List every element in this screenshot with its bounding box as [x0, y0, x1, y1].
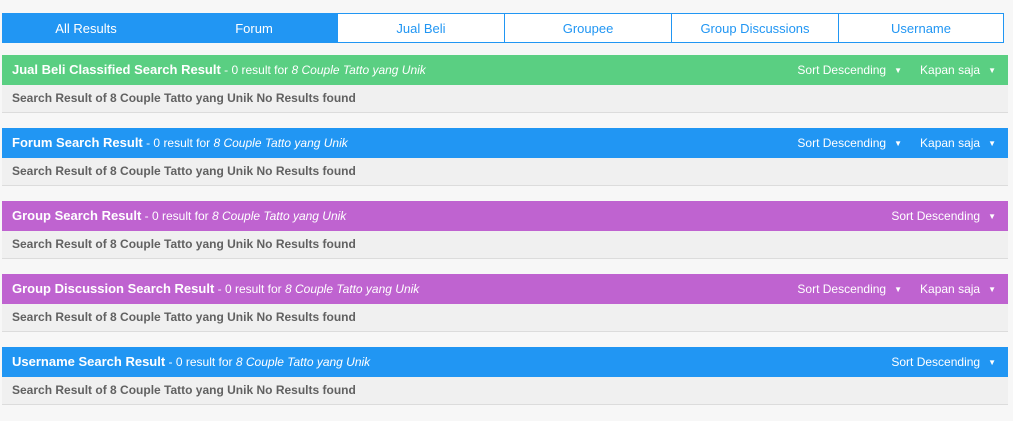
section-body: Search Result of 8 Couple Tatto yang Uni…: [2, 85, 1008, 113]
section-title: Jual Beli Classified Search Result - 0 r…: [12, 55, 426, 85]
section-controls: Sort Descending ▼ Kapan saja ▼: [779, 55, 996, 86]
section-body: Search Result of 8 Couple Tatto yang Uni…: [2, 158, 1008, 186]
section-title: Username Search Result - 0 result for 8 …: [12, 347, 370, 377]
tab-username[interactable]: Username: [838, 13, 1004, 43]
search-query: 8 Couple Tatto yang Unik: [213, 136, 348, 150]
section-name: Group Search Result: [12, 208, 142, 223]
section-title: Group Search Result - 0 result for 8 Cou…: [12, 201, 346, 231]
section-title: Group Discussion Search Result - 0 resul…: [12, 274, 419, 304]
result-count: - 0 result for: [220, 63, 292, 77]
sort-label: Sort Descending: [797, 136, 887, 150]
forum-section: Forum Search Result - 0 result for 8 Cou…: [2, 128, 1008, 186]
time-dropdown[interactable]: Kapan saja ▼: [920, 55, 996, 86]
result-count: - 0 result for: [141, 209, 212, 223]
section-body: Search Result of 8 Couple Tatto yang Uni…: [2, 304, 1008, 332]
search-query: 8 Couple Tatto yang Unik: [291, 63, 426, 77]
sort-dropdown[interactable]: Sort Descending ▼: [797, 274, 902, 305]
section-controls: Sort Descending ▼: [873, 201, 996, 232]
section-header: Group Search Result - 0 result for 8 Cou…: [2, 201, 1008, 231]
caret-down-icon: ▼: [988, 284, 996, 294]
caret-down-icon: ▼: [988, 65, 996, 75]
result-count: - 0 result for: [214, 282, 285, 296]
tab-jual-beli[interactable]: Jual Beli: [337, 13, 505, 43]
sort-label: Sort Descending: [891, 209, 981, 223]
section-header: Jual Beli Classified Search Result - 0 r…: [2, 55, 1008, 85]
section-title: Forum Search Result - 0 result for 8 Cou…: [12, 128, 348, 158]
section-controls: Sort Descending ▼: [873, 347, 996, 378]
search-tabs: All Results Forum Jual Beli Groupee Grou…: [2, 13, 1006, 43]
caret-down-icon: ▼: [988, 211, 996, 221]
section-body: Search Result of 8 Couple Tatto yang Uni…: [2, 377, 1008, 405]
search-query: 8 Couple Tatto yang Unik: [235, 355, 371, 369]
section-name: Username Search Result: [12, 354, 166, 369]
jual-beli-section: Jual Beli Classified Search Result - 0 r…: [2, 55, 1008, 113]
caret-down-icon: ▼: [894, 284, 903, 294]
time-dropdown[interactable]: Kapan saja ▼: [920, 274, 996, 305]
caret-down-icon: ▼: [988, 357, 996, 367]
tab-groupee[interactable]: Groupee: [504, 13, 672, 43]
sort-label: Sort Descending: [797, 63, 887, 77]
section-name: Group Discussion Search Result: [12, 281, 215, 296]
sort-dropdown[interactable]: Sort Descending ▼: [891, 347, 996, 378]
time-label: Kapan saja: [920, 282, 981, 296]
group-section: Group Search Result - 0 result for 8 Cou…: [2, 201, 1008, 259]
sort-dropdown[interactable]: Sort Descending ▼: [797, 55, 902, 86]
section-name: Forum Search Result: [12, 135, 143, 150]
sort-label: Sort Descending: [797, 282, 887, 296]
section-header: Username Search Result - 0 result for 8 …: [2, 347, 1008, 377]
section-body: Search Result of 8 Couple Tatto yang Uni…: [2, 231, 1008, 259]
result-count: - 0 result for: [142, 136, 214, 150]
group-discussion-section: Group Discussion Search Result - 0 resul…: [2, 274, 1008, 332]
tab-group-discussions[interactable]: Group Discussions: [671, 13, 839, 43]
section-name: Jual Beli Classified Search Result: [12, 62, 221, 77]
time-label: Kapan saja: [920, 136, 981, 150]
tab-forum[interactable]: Forum: [170, 13, 338, 43]
sort-dropdown[interactable]: Sort Descending ▼: [891, 201, 996, 232]
sort-label: Sort Descending: [891, 355, 981, 369]
caret-down-icon: ▼: [894, 65, 903, 75]
username-section: Username Search Result - 0 result for 8 …: [2, 347, 1008, 405]
sort-dropdown[interactable]: Sort Descending ▼: [797, 128, 902, 159]
caret-down-icon: ▼: [988, 138, 996, 148]
result-count: - 0 result for: [165, 355, 236, 369]
tab-all-results[interactable]: All Results: [2, 13, 170, 43]
section-header: Group Discussion Search Result - 0 resul…: [2, 274, 1008, 304]
search-query: 8 Couple Tatto yang Unik: [212, 209, 347, 223]
section-controls: Sort Descending ▼ Kapan saja ▼: [779, 274, 996, 305]
search-query: 8 Couple Tatto yang Unik: [284, 282, 420, 296]
section-controls: Sort Descending ▼ Kapan saja ▼: [779, 128, 996, 159]
time-dropdown[interactable]: Kapan saja ▼: [920, 128, 996, 159]
time-label: Kapan saja: [920, 63, 981, 77]
caret-down-icon: ▼: [894, 138, 903, 148]
section-header: Forum Search Result - 0 result for 8 Cou…: [2, 128, 1008, 158]
